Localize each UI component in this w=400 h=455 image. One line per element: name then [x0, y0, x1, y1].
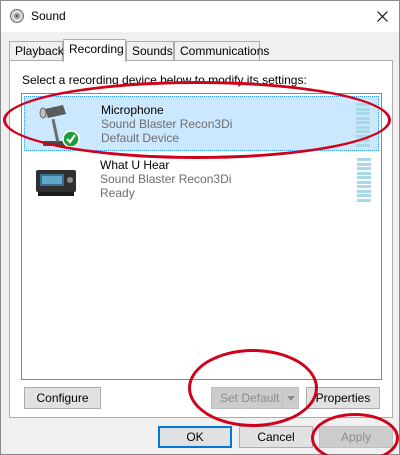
speaker-icon: [10, 9, 24, 23]
set-default-button[interactable]: Set Default: [211, 387, 299, 409]
title-bar[interactable]: Sound: [1, 1, 399, 32]
ok-label: OK: [186, 430, 204, 444]
apply-label: Apply: [340, 430, 372, 444]
sound-card-icon: [36, 170, 76, 196]
apply-button[interactable]: Apply: [319, 426, 393, 448]
microphone-default-icon: [39, 105, 80, 148]
instructions-text: Select a recording device below to modif…: [22, 73, 307, 87]
ok-button[interactable]: OK: [158, 426, 232, 448]
chevron-down-icon[interactable]: [282, 388, 298, 408]
cancel-button[interactable]: Cancel: [239, 426, 313, 448]
tab-communications[interactable]: Communications: [174, 41, 269, 61]
properties-label: Properties: [315, 391, 371, 405]
configure-label: Configure: [36, 391, 89, 405]
device-what-u-hear[interactable]: What U Hear Sound Blaster Recon3Di Ready: [24, 152, 379, 207]
tab-recording[interactable]: Recording: [63, 39, 126, 62]
device-list: Microphone Sound Blaster Recon3Di Defaul…: [21, 93, 382, 380]
device-status: Default Device: [101, 131, 180, 145]
set-default-label: Set Default: [220, 391, 280, 405]
device-name: Microphone: [101, 103, 164, 117]
window-title: Sound: [31, 9, 66, 23]
device-driver: Sound Blaster Recon3Di: [100, 172, 232, 186]
device-status: Ready: [100, 186, 135, 200]
level-meter: [357, 158, 371, 202]
level-meter: [356, 103, 370, 147]
cancel-label: Cancel: [257, 430, 295, 444]
properties-button[interactable]: Properties: [306, 387, 380, 409]
device-microphone[interactable]: Microphone Sound Blaster Recon3Di Defaul…: [24, 96, 379, 151]
device-name: What U Hear: [100, 158, 170, 172]
configure-button[interactable]: Configure: [24, 387, 101, 409]
close-button[interactable]: [365, 1, 399, 32]
recording-panel: Select a recording device below to modif…: [9, 60, 393, 418]
close-icon: [376, 11, 388, 22]
tab-playback[interactable]: Playback: [9, 41, 64, 61]
tab-sounds[interactable]: Sounds: [126, 41, 174, 61]
device-driver: Sound Blaster Recon3Di: [101, 117, 233, 131]
sound-dialog: Sound Playback Recording Sounds Communic…: [0, 0, 400, 455]
